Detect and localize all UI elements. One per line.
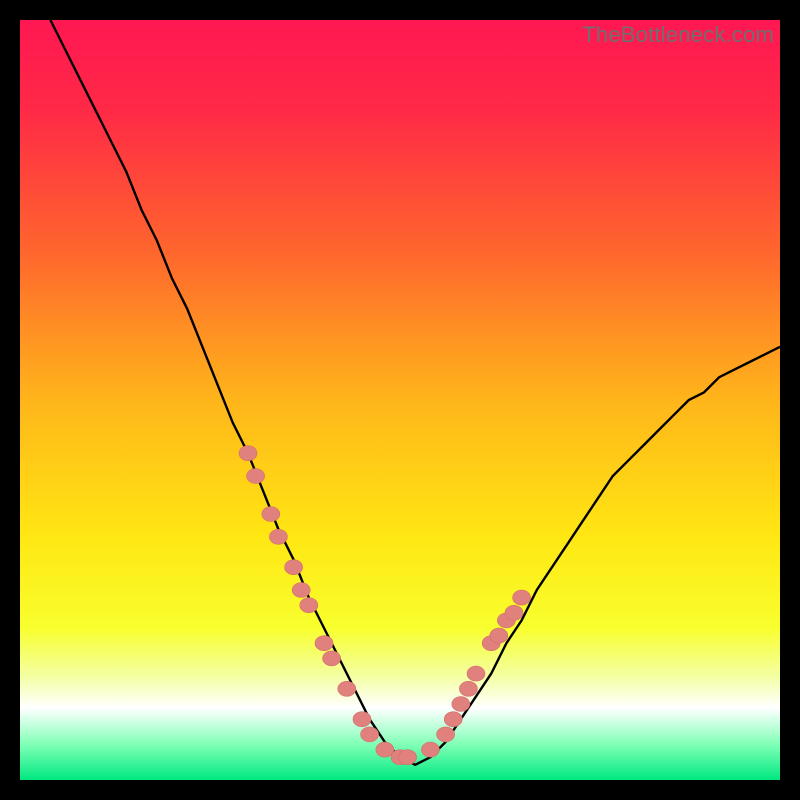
data-marker xyxy=(421,742,439,757)
data-marker xyxy=(239,446,257,461)
data-marker xyxy=(459,681,477,696)
data-marker xyxy=(513,590,531,605)
data-marker xyxy=(353,712,371,727)
data-marker xyxy=(490,628,508,643)
data-marker xyxy=(467,666,485,681)
data-marker xyxy=(285,560,303,575)
chart-frame: TheBottleneck.com xyxy=(20,20,780,780)
data-marker xyxy=(269,529,287,544)
data-marker xyxy=(300,598,318,613)
data-marker xyxy=(505,605,523,620)
data-marker xyxy=(247,469,265,484)
data-marker xyxy=(292,583,310,598)
data-marker xyxy=(437,727,455,742)
data-marker xyxy=(262,507,280,522)
data-marker xyxy=(323,651,341,666)
data-marker xyxy=(399,750,417,765)
data-marker xyxy=(444,712,462,727)
chart-plot xyxy=(20,20,780,780)
data-marker xyxy=(376,742,394,757)
gradient-background xyxy=(20,20,780,780)
data-marker xyxy=(338,681,356,696)
data-marker xyxy=(315,636,333,651)
data-marker xyxy=(452,697,470,712)
data-marker xyxy=(361,727,379,742)
